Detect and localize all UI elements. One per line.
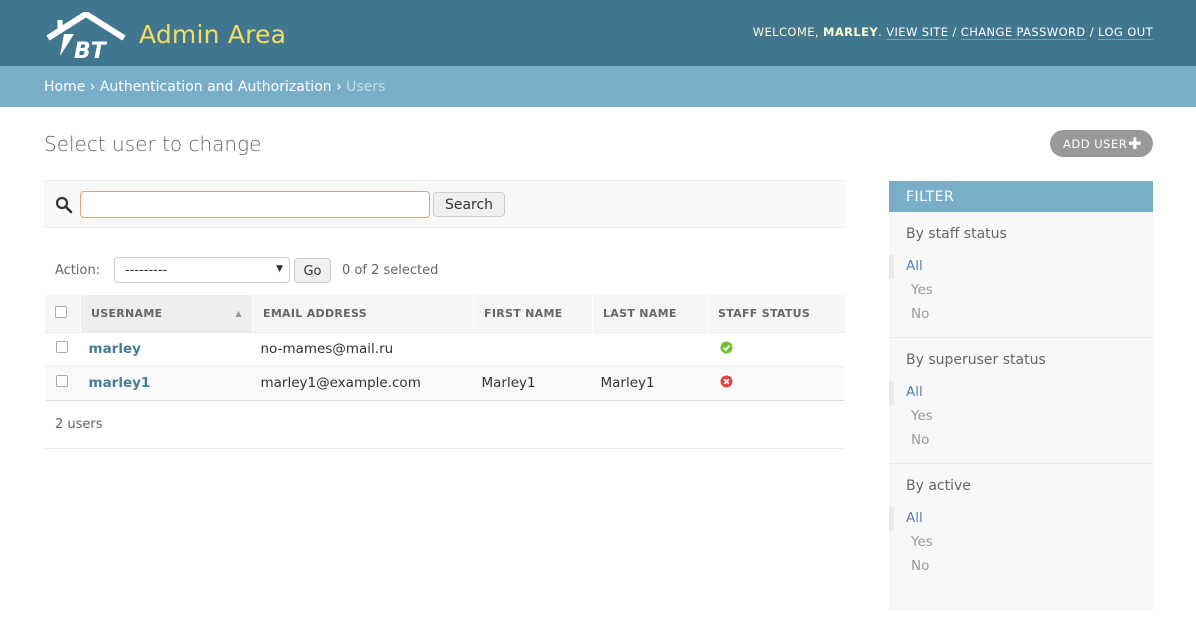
row-checkbox[interactable] xyxy=(55,375,68,387)
sort-ascending-icon[interactable]: ▲ xyxy=(236,309,242,318)
column-username[interactable]: USERNAME ▲ xyxy=(80,295,253,333)
action-select[interactable]: --------- ▼ xyxy=(114,257,290,283)
filter-option-all[interactable]: All xyxy=(889,381,1153,405)
view-site-link[interactable]: VIEW SITE xyxy=(886,25,949,40)
logo-text: BT xyxy=(74,39,108,62)
column-label: LAST NAME xyxy=(603,306,677,320)
no-icon xyxy=(720,375,732,387)
filter-option-all[interactable]: All xyxy=(889,507,1153,531)
table-header-row: USERNAME ▲ EMAIL ADDRESS FIRST NAME LAST … xyxy=(44,295,845,333)
staff-status-cell xyxy=(707,332,845,367)
breadcrumb: Home › Authentication and Authorization … xyxy=(0,66,1196,107)
add-user-button[interactable]: ADD USER ✚ xyxy=(1050,130,1153,157)
first-name-cell: Marley1 xyxy=(473,366,593,401)
separator: / xyxy=(1085,25,1099,39)
filter-title: By active xyxy=(906,478,971,494)
yes-icon xyxy=(720,341,732,353)
dropdown-arrow-icon: ▼ xyxy=(276,264,283,274)
username-link[interactable]: marley xyxy=(89,341,141,357)
filter-title: By staff status xyxy=(906,226,1007,242)
action-bar: Action: --------- ▼ Go 0 of 2 selected xyxy=(44,255,845,287)
results-table: USERNAME ▲ EMAIL ADDRESS FIRST NAME LAST … xyxy=(44,295,845,401)
filter-title: By superuser status xyxy=(906,352,1046,368)
column-email[interactable]: EMAIL ADDRESS xyxy=(252,295,474,333)
page-title: Select user to change xyxy=(44,132,262,156)
paginator: 2 users xyxy=(44,402,845,449)
row-select-cell xyxy=(44,366,81,401)
filter-sidebar: FILTER By staff status All Yes No By sup… xyxy=(889,181,1153,611)
change-password-link[interactable]: CHANGE PASSWORD xyxy=(960,25,1086,40)
email-cell: marley1@example.com xyxy=(252,366,474,401)
column-label: STAFF STATUS xyxy=(718,306,811,320)
filter-group-active: By active All Yes No xyxy=(889,464,1153,589)
plus-icon: ✚ xyxy=(1128,134,1142,153)
go-button[interactable]: Go xyxy=(294,258,331,283)
filter-option-all[interactable]: All xyxy=(889,255,1153,279)
filter-option-no[interactable]: No xyxy=(889,303,1153,327)
search-input[interactable] xyxy=(80,191,430,218)
filter-option-no[interactable]: No xyxy=(889,429,1153,453)
last-name-cell: Marley1 xyxy=(592,366,708,401)
breadcrumb-current: Users xyxy=(346,79,386,95)
selected-count: 0 of 2 selected xyxy=(342,263,439,278)
search-button[interactable]: Search xyxy=(433,192,505,217)
add-user-label: ADD USER xyxy=(1063,137,1128,151)
breadcrumb-auth[interactable]: Authentication and Authorization xyxy=(100,79,332,95)
staff-status-cell xyxy=(707,366,845,401)
logo-icon[interactable]: BT xyxy=(46,12,128,62)
site-brand[interactable]: Admin Area xyxy=(139,20,286,49)
filter-group-staff: By staff status All Yes No xyxy=(889,212,1153,338)
filter-option-yes[interactable]: Yes xyxy=(889,405,1153,429)
breadcrumb-home[interactable]: Home xyxy=(44,79,85,95)
table-row: marley no-mames@mail.ru xyxy=(44,332,845,367)
username-cell: marley1 xyxy=(80,366,253,401)
column-label: EMAIL ADDRESS xyxy=(263,306,367,320)
action-selected-option: --------- xyxy=(125,263,168,278)
filter-group-superuser: By superuser status All Yes No xyxy=(889,338,1153,464)
first-name-cell xyxy=(473,332,593,367)
username-link[interactable]: marley1 xyxy=(89,375,151,391)
column-label: FIRST NAME xyxy=(484,306,563,320)
column-first-name[interactable]: FIRST NAME xyxy=(473,295,593,333)
action-label: Action: xyxy=(55,263,101,278)
breadcrumb-separator: › xyxy=(89,79,96,95)
email-cell: no-mames@mail.ru xyxy=(252,332,474,367)
column-staff-status[interactable]: STAFF STATUS xyxy=(707,295,845,333)
site-header: BT Admin Area WELCOME, MARLEY. VIEW SITE… xyxy=(0,0,1196,66)
row-select-cell xyxy=(44,332,81,367)
table-row: marley1 marley1@example.com Marley1 Marl… xyxy=(44,366,845,401)
search-toolbar: Search xyxy=(44,180,845,228)
filter-option-no[interactable]: No xyxy=(889,555,1153,579)
welcome-text: WELCOME, xyxy=(752,25,823,39)
current-username: MARLEY xyxy=(822,25,879,39)
breadcrumb-separator: › xyxy=(336,79,342,95)
log-out-link[interactable]: LOG OUT xyxy=(1098,25,1153,40)
row-checkbox[interactable] xyxy=(55,341,68,353)
separator: / xyxy=(948,25,961,39)
select-all-header xyxy=(44,295,81,333)
column-last-name[interactable]: LAST NAME xyxy=(592,295,708,333)
filter-option-yes[interactable]: Yes xyxy=(889,531,1153,555)
select-all-checkbox[interactable] xyxy=(55,305,67,318)
last-name-cell xyxy=(592,332,708,367)
column-label: USERNAME xyxy=(91,306,163,320)
filter-option-yes[interactable]: Yes xyxy=(889,279,1153,303)
user-tools: WELCOME, MARLEY. VIEW SITE / CHANGE PASS… xyxy=(752,25,1153,40)
filter-heading: FILTER xyxy=(889,181,1153,212)
search-icon xyxy=(55,196,73,214)
username-cell: marley xyxy=(80,332,253,367)
